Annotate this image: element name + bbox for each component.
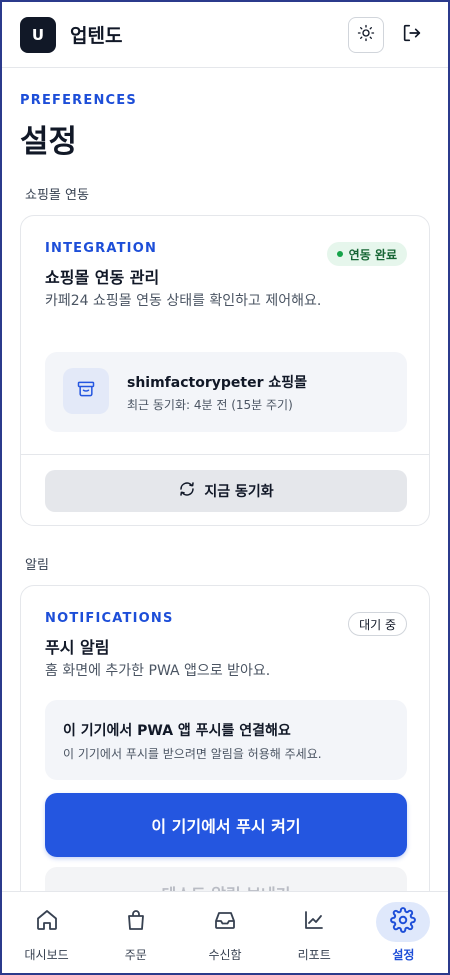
- connected-store: shimfactorypeter 쇼핑몰 최근 동기화: 4분 전 (15분 주…: [45, 352, 407, 432]
- nav-label-reports: 리포트: [297, 948, 331, 962]
- app-logo[interactable]: U: [20, 16, 56, 53]
- nav-item-dashboard[interactable]: 대시보드: [2, 892, 91, 973]
- integration-section-label: 쇼핑몰 연동: [25, 188, 89, 203]
- page-eyebrow: PREFERENCES: [20, 93, 137, 108]
- refresh-icon: [178, 480, 196, 502]
- nav-icon-container: [376, 902, 431, 942]
- nav-item-inbox[interactable]: 수신함: [180, 892, 269, 973]
- nav-icon-container: [287, 902, 341, 942]
- nav-label-inbox: 수신함: [208, 948, 242, 962]
- notification-status-badge: 대기 중: [348, 612, 407, 636]
- nav-icon-container: [109, 902, 163, 942]
- notification-eyebrow: NOTIFICATIONS: [45, 611, 174, 626]
- nav-item-reports[interactable]: 리포트: [270, 892, 359, 973]
- nav-label-dashboard: 대시보드: [24, 948, 69, 962]
- pwa-info-description: 이 기기에서 푸시를 받으려면 알림을 허용해 주세요.: [63, 747, 322, 761]
- nav-label-settings: 설정: [392, 948, 415, 962]
- app-title: 업텐도: [70, 25, 123, 47]
- status-dot-icon: [336, 251, 343, 257]
- store-box-icon: [76, 379, 96, 403]
- notification-description: 홈 화면에 추가한 PWA 앱으로 받아요.: [45, 663, 271, 679]
- nav-item-orders[interactable]: 주문: [91, 892, 180, 973]
- home-icon: [35, 908, 59, 936]
- integration-card: INTEGRATION 연동 완료 쇼핑몰 연동 관리 카페24 쇼핑몰 연동 …: [20, 215, 430, 526]
- sun-icon: [357, 24, 375, 46]
- pwa-info-box: 이 기기에서 PWA 앱 푸시를 연결해요 이 기기에서 푸시를 받으려면 알림…: [45, 700, 407, 780]
- chart-icon: [302, 908, 326, 936]
- store-icon-container: [63, 368, 109, 414]
- shopping-bag-icon: [124, 908, 148, 936]
- integration-eyebrow: INTEGRATION: [45, 241, 158, 256]
- sync-now-button[interactable]: 지금 동기화: [45, 470, 407, 512]
- integration-title: 쇼핑몰 연동 관리: [45, 268, 160, 287]
- notification-title: 푸시 알림: [45, 638, 110, 657]
- inbox-icon: [213, 908, 237, 936]
- nav-icon-container: [20, 902, 74, 942]
- pwa-info-title: 이 기기에서 PWA 앱 푸시를 연결해요: [63, 723, 291, 739]
- enable-push-button[interactable]: 이 기기에서 푸시 켜기: [45, 793, 407, 857]
- store-name: shimfactorypeter 쇼핑몰: [127, 375, 307, 391]
- nav-label-orders: 주문: [124, 948, 147, 962]
- logout-icon: [401, 22, 423, 48]
- gear-icon: [390, 907, 417, 937]
- logout-button[interactable]: [394, 17, 430, 53]
- sync-now-label: 지금 동기화: [204, 484, 274, 500]
- nav-icon-container: [198, 902, 252, 942]
- integration-description: 카페24 쇼핑몰 연동 상태를 확인하고 제어해요.: [45, 293, 322, 309]
- card-divider: [21, 454, 429, 455]
- main-content: PREFERENCES 설정 쇼핑몰 연동 INTEGRATION 연동 완료 …: [2, 68, 448, 891]
- app-header: U 업텐도: [2, 2, 448, 68]
- bottom-nav: 대시보드 주문 수신함 리포트 설정: [2, 891, 448, 973]
- theme-toggle-button[interactable]: [348, 16, 384, 53]
- notification-card: NOTIFICATIONS 대기 중 푸시 알림 홈 화면에 추가한 PWA 앱…: [20, 585, 430, 891]
- store-sync-status: 최근 동기화: 4분 전 (15분 주기): [127, 398, 293, 412]
- integration-status-badge: 연동 완료: [326, 242, 407, 266]
- nav-item-settings[interactable]: 설정: [359, 892, 448, 973]
- header-actions: [348, 16, 430, 53]
- send-test-notification-button[interactable]: 테스트 알림 보내기: [45, 867, 407, 891]
- integration-status-text: 연동 완료: [348, 247, 397, 262]
- notification-section-label: 알림: [25, 558, 49, 573]
- page-title: 설정: [20, 124, 78, 160]
